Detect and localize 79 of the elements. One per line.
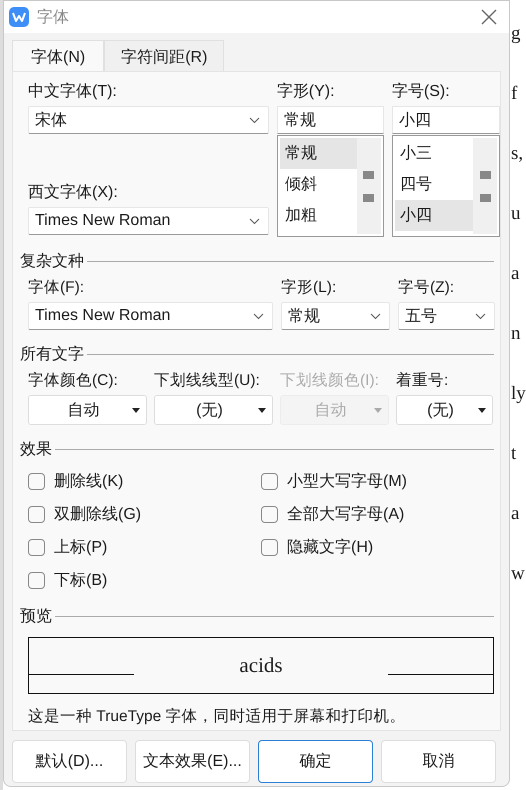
list-box[interactable]: 常规 倾斜 加粗 [276, 135, 384, 237]
dialog-button[interactable]: 默认(D)... [12, 740, 127, 783]
tab[interactable]: 字符间距(R) [104, 40, 224, 71]
list-item[interactable]: 四号 [394, 169, 474, 200]
close-icon[interactable] [481, 9, 497, 25]
chevron-icon [475, 312, 486, 320]
list-item[interactable]: 常规 [280, 138, 357, 169]
checkbox-label: 小型大写字母(M) [287, 472, 407, 492]
document-text: a [511, 262, 520, 286]
checkbox[interactable] [261, 473, 278, 490]
chevron-icon [248, 116, 260, 124]
dialog-button[interactable]: 文本效果(E)... [135, 740, 250, 783]
chevron-icon [248, 218, 260, 224]
font-note: 这是一种 TrueType 字体，同时适用于屏幕和打印机。 [28, 706, 407, 727]
combo-box[interactable]: (无) [396, 395, 493, 425]
checkbox[interactable] [261, 539, 278, 556]
checkbox-label: 下标(B) [54, 571, 108, 591]
field-label: 字号(S): [392, 82, 451, 102]
field-label: 字形(L): [281, 278, 338, 298]
field-label: 字体颜色(C): [28, 370, 119, 391]
preview-text: acids [238, 653, 284, 678]
caret-icon [258, 408, 266, 412]
list-item[interactable]: 小四 [394, 200, 474, 231]
window-title: 字体 [37, 8, 70, 28]
field-label: 字体(F): [28, 278, 86, 298]
caret-icon [132, 408, 140, 412]
dropdown[interactable]: 宋体 [28, 106, 269, 134]
field-label: 字形(Y): [276, 82, 336, 102]
tab[interactable]: 字体(N) [12, 40, 104, 71]
field-label: 字号(Z): [398, 278, 456, 298]
document-text: t [511, 442, 518, 466]
text-field[interactable]: 常规 [276, 106, 384, 134]
app-logo-icon [9, 7, 29, 27]
checkbox-label: 上标(P) [54, 538, 108, 558]
document-text: s, [511, 142, 524, 166]
section-title: 预览 [20, 607, 52, 627]
checkbox-label: 全部大写字母(A) [287, 504, 404, 525]
document-text: u [511, 202, 522, 226]
dialog-button[interactable]: 取消 [381, 740, 496, 783]
list-item[interactable]: 小三 [394, 138, 474, 169]
field-label: 下划线颜色(I): [280, 371, 380, 391]
field-label: 西文字体(X): [28, 182, 119, 203]
checkbox[interactable] [261, 506, 278, 523]
list-item[interactable]: 倾斜 [280, 169, 357, 200]
checkbox-label: 删除线(K) [54, 472, 124, 492]
scrollbar[interactable] [473, 138, 498, 234]
dialog-button[interactable]: 确定 [258, 740, 373, 783]
list-item[interactable]: 加粗 [280, 200, 357, 231]
document-text: f [511, 82, 518, 106]
document-text: g [511, 22, 522, 46]
checkbox[interactable] [28, 539, 45, 556]
field-label: 中文字体(T): [28, 82, 118, 102]
checkbox[interactable] [28, 473, 45, 490]
scrollbar[interactable] [356, 138, 381, 234]
section-title: 复杂文种 [20, 252, 84, 272]
combo-box[interactable]: 自动 [28, 395, 147, 425]
caret-icon [374, 408, 382, 412]
dropdown[interactable]: Times New Roman [28, 207, 269, 235]
dropdown[interactable]: 常规 [281, 302, 390, 330]
chevron-icon [253, 312, 264, 320]
checkbox-label: 双删除线(G) [54, 504, 142, 525]
checkbox-label: 隐藏文字(H) [287, 538, 374, 558]
field-label: 着重号: [396, 370, 450, 391]
chevron-icon [370, 312, 381, 320]
document-text: w [511, 562, 526, 586]
document-text: ly [511, 382, 526, 406]
caret-icon [478, 408, 486, 412]
combo-box[interactable]: (无) [154, 395, 273, 425]
section-title: 所有文字 [20, 344, 84, 365]
section-title: 效果 [20, 440, 52, 460]
list-box[interactable]: 小三 四号 小四 [392, 135, 500, 237]
document-text: n [511, 322, 522, 346]
text-field[interactable]: 小四 [392, 106, 500, 134]
checkbox[interactable] [28, 506, 45, 523]
dropdown[interactable]: 五号 [398, 302, 495, 330]
dropdown[interactable]: Times New Roman [28, 302, 273, 330]
checkbox[interactable] [28, 572, 45, 589]
document-text: a [511, 502, 520, 526]
field-label: 下划线线型(U): [154, 371, 261, 391]
